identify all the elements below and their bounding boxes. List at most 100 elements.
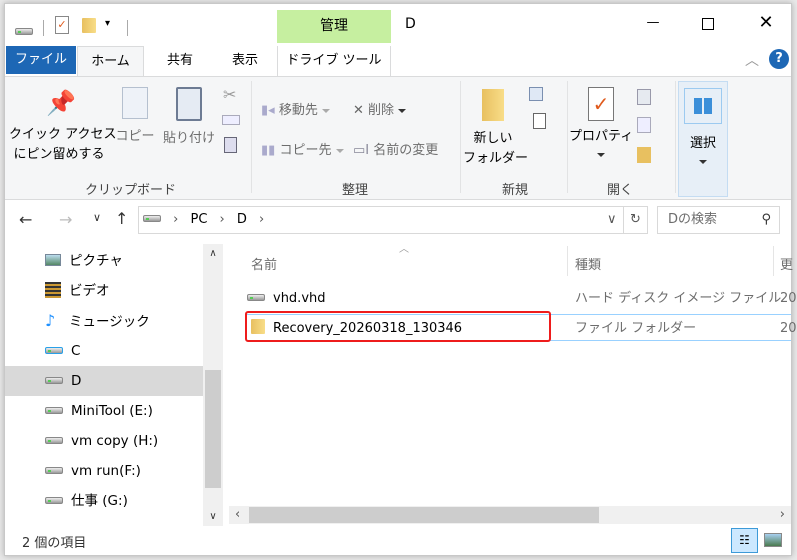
windows-drive-icon [45, 343, 71, 359]
delete-button[interactable]: ✕ 削除 [353, 99, 407, 118]
forward-button[interactable]: → [59, 210, 72, 229]
help-icon[interactable]: ? [769, 49, 789, 69]
close-button[interactable]: ✕ [743, 4, 789, 42]
group-label-new: 新規 [501, 183, 528, 198]
refresh-button[interactable]: ↻ [623, 207, 647, 233]
open-icon[interactable] [637, 89, 651, 105]
copy-label: コピー [115, 129, 155, 144]
collapse-ribbon-icon[interactable]: ︿ [745, 50, 759, 70]
pin-icon: 📌 [46, 89, 76, 117]
h-scroll-thumb[interactable] [249, 507, 599, 523]
copy-to-button[interactable]: ▮▮ コピー先 [261, 139, 344, 158]
move-to-button[interactable]: ▮◂ 移動先 [261, 99, 330, 118]
status-item-count: 2 個の項目 [22, 536, 87, 551]
music-icon: ♪ [45, 311, 56, 330]
rename-icon: ▭I [353, 143, 370, 158]
paste-shortcut-icon[interactable] [224, 137, 237, 153]
file-row[interactable]: vhd.vhd ハード ディスク イメージ ファイル 20 [247, 287, 797, 311]
breadcrumb-pc[interactable]: PC [190, 212, 207, 227]
nav-item-label: ピクチャ [69, 253, 123, 269]
paste-icon [176, 87, 202, 121]
nav-item[interactable]: ピクチャ [5, 246, 203, 276]
nav-item[interactable]: C [5, 336, 203, 366]
large-icons-view-button[interactable] [764, 533, 782, 547]
nav-item-label: ミュージック [69, 314, 150, 330]
tab-share[interactable]: 共有 [150, 46, 210, 76]
nav-item[interactable]: ♪ ミュージック [5, 306, 203, 336]
select-button[interactable]: 選択 [678, 81, 728, 197]
new-folder-button[interactable]: 新しい フォルダー [463, 85, 528, 169]
up-button[interactable]: ↑ [115, 209, 128, 228]
tab-drive-tools[interactable]: ドライブ ツール [277, 46, 391, 76]
column-header-name[interactable]: 名前 [251, 254, 277, 273]
nav-item[interactable]: vm copy (H:) [5, 426, 203, 456]
minimize-button[interactable]: — [630, 4, 676, 42]
column-header-date[interactable]: 更 [780, 254, 793, 273]
pin-button[interactable]: 📌 クイック アクセス にピン留めする [9, 85, 116, 165]
properties-label: プロパティ [569, 129, 634, 144]
nav-item[interactable]: MiniTool (E:) [5, 396, 203, 426]
group-label-open: 開く [606, 183, 633, 198]
search-box[interactable]: Dの検索 ⚲ [657, 206, 780, 234]
tab-view[interactable]: 表示 [215, 46, 275, 76]
qat-customize-button[interactable]: ▾ [105, 18, 110, 29]
select-icon [684, 88, 722, 124]
easy-access-button[interactable] [533, 113, 546, 129]
details-view-button[interactable]: ☷ [731, 528, 758, 553]
properties-qat-icon[interactable]: ✓ [55, 16, 69, 34]
back-button[interactable]: ← [19, 210, 32, 229]
new-folder-qat-icon[interactable] [82, 18, 96, 33]
copy-path-icon[interactable] [222, 115, 240, 125]
rename-button[interactable]: ▭I 名前の変更 [353, 139, 438, 158]
nav-scrollbar[interactable]: ∧ ∨ [203, 244, 223, 526]
search-icon: ⚲ [761, 212, 771, 227]
new-folder-icon [482, 89, 504, 121]
folder-type: ファイル フォルダー [575, 321, 697, 336]
tab-file[interactable]: ファイル [6, 46, 76, 74]
nav-item[interactable]: 仕事 (G:) [5, 486, 203, 516]
nav-item-label: D [71, 373, 82, 389]
nav-item[interactable]: ビデオ [5, 276, 203, 306]
edit-icon[interactable] [637, 117, 651, 133]
drive-icon [45, 433, 71, 449]
recent-locations-button[interactable]: ∨ [93, 211, 101, 224]
nav-item-label: C [71, 343, 81, 359]
cut-icon[interactable]: ✂ [223, 85, 236, 104]
paste-button[interactable]: 貼り付け [161, 85, 217, 149]
drive-icon [45, 493, 71, 509]
copy-button[interactable]: コピー [115, 85, 155, 147]
horizontal-scrollbar[interactable]: ‹ › [229, 506, 791, 524]
folder-date: 20 [780, 321, 797, 336]
breadcrumb-d[interactable]: D [237, 212, 247, 227]
nav-scroll-thumb[interactable] [205, 370, 221, 488]
drive-icon [15, 28, 33, 35]
nav-item-label: 仕事 (G:) [71, 493, 128, 509]
nav-item-label: vm run(F:) [71, 463, 141, 479]
navigation-pane: ピクチャビデオ ♪ ミュージック C D MiniTool (E:) vm copy (H:… [5, 244, 223, 526]
address-bar[interactable]: › PC › D › ∨ ↻ [138, 206, 648, 234]
copy-to-icon: ▮▮ [261, 143, 276, 158]
highlight-box [245, 311, 551, 342]
nav-item-label: vm copy (H:) [71, 433, 159, 449]
window-title: D [405, 16, 416, 32]
maximize-button[interactable] [685, 4, 731, 42]
sort-indicator: ︿ [399, 244, 409, 255]
vhd-file-icon [247, 294, 265, 301]
address-dropdown-icon[interactable]: ∨ [607, 207, 617, 233]
video-icon [45, 282, 69, 299]
column-header-type[interactable]: 種類 [575, 254, 601, 273]
properties-button[interactable]: ✓ プロパティ [569, 85, 633, 162]
select-label: 選択 [689, 136, 716, 151]
paste-label: 貼り付け [162, 131, 215, 146]
drive-icon [45, 403, 71, 419]
breadcrumb-sep: › [173, 212, 179, 227]
tab-home[interactable]: ホーム [77, 46, 144, 77]
new-item-button[interactable] [529, 87, 543, 101]
nav-item[interactable]: vm run(F:) [5, 456, 203, 486]
copy-icon [122, 87, 148, 119]
pictures-icon [45, 253, 69, 269]
nav-item[interactable]: D [5, 366, 203, 396]
delete-icon: ✕ [353, 103, 364, 118]
history-icon[interactable] [637, 147, 651, 163]
manage-tab-group: 管理 [277, 10, 391, 43]
